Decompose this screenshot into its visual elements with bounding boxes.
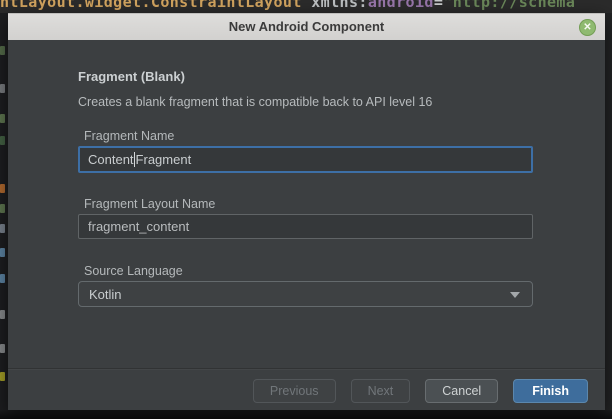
fragment-name-value-after-caret: Fragment	[136, 152, 192, 167]
source-language-value: Kotlin	[89, 287, 122, 302]
code-segment: android	[368, 0, 434, 11]
code-segment: ntLayout.widget.ConstraintLayout	[0, 0, 311, 11]
code-fragment-mark	[0, 204, 5, 213]
fragment-name-value-before-caret: Content	[88, 152, 134, 167]
code-segment: xmlns:	[311, 0, 368, 11]
new-android-component-dialog: New Android Component ✕ Fragment (Blank)…	[8, 13, 605, 410]
code-segment: =	[434, 0, 443, 11]
code-fragment-mark	[0, 184, 5, 193]
editor-background-strip: ntLayout.widget.ConstraintLayout xmlns:a…	[0, 0, 612, 13]
dialog-button-row: Previous Next Cancel Finish	[253, 379, 588, 403]
fragment-layout-name-label: Fragment Layout Name	[84, 197, 215, 211]
code-fragment-mark	[0, 114, 5, 123]
code-fragment-mark	[0, 224, 5, 233]
cancel-button[interactable]: Cancel	[425, 379, 498, 403]
template-heading: Fragment (Blank)	[78, 69, 185, 84]
fragment-name-label: Fragment Name	[84, 129, 174, 143]
source-language-label: Source Language	[84, 264, 183, 278]
chevron-down-icon	[510, 292, 520, 298]
code-fragment-mark	[0, 372, 5, 381]
editor-code-line: ntLayout.widget.ConstraintLayout xmlns:a…	[0, 0, 575, 11]
fragment-name-input[interactable]: ContentFragment	[78, 146, 533, 173]
source-language-dropdown[interactable]: Kotlin	[78, 281, 533, 307]
code-fragment-mark	[0, 136, 5, 145]
dialog-titlebar[interactable]: New Android Component ✕	[8, 13, 605, 40]
code-fragment-mark	[0, 310, 5, 319]
next-button[interactable]: Next	[351, 379, 411, 403]
template-description: Creates a blank fragment that is compati…	[78, 95, 432, 109]
code-fragment-mark	[0, 248, 5, 257]
button-row-separator	[8, 368, 605, 369]
dialog-title: New Android Component	[8, 14, 605, 40]
previous-button[interactable]: Previous	[253, 379, 336, 403]
fragment-layout-name-input[interactable]: fragment_content	[78, 214, 533, 239]
code-fragment-mark	[0, 46, 5, 55]
code-segment: "http://schema	[443, 0, 575, 11]
fragment-layout-name-value: fragment_content	[88, 219, 189, 234]
code-fragment-mark	[0, 274, 5, 283]
finish-button[interactable]: Finish	[513, 379, 588, 403]
close-icon[interactable]: ✕	[579, 19, 596, 36]
code-fragment-mark	[0, 84, 5, 93]
editor-bottom-strip	[0, 410, 612, 419]
editor-left-edge	[0, 13, 8, 410]
code-fragment-mark	[0, 344, 5, 353]
